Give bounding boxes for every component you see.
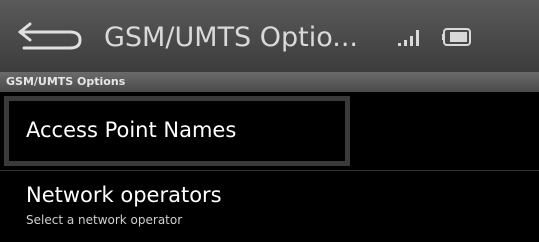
section-header: GSM/UMTS Options bbox=[0, 72, 539, 92]
back-arrow-icon[interactable] bbox=[16, 22, 84, 52]
network-operators-summary: Select a network operator bbox=[26, 213, 183, 227]
network-operators-item[interactable]: Network operators Select a network opera… bbox=[0, 171, 539, 242]
access-point-names-item[interactable]: Access Point Names bbox=[0, 92, 539, 170]
settings-screen: GSM/UMTS Optio... GSM/UMTS Options Acces… bbox=[0, 0, 539, 242]
access-point-names-label: Access Point Names bbox=[26, 118, 237, 142]
signal-icon bbox=[398, 30, 419, 46]
preferences-list: Access Point Names Network operators Sel… bbox=[0, 92, 539, 242]
title-bar: GSM/UMTS Optio... bbox=[0, 0, 539, 72]
network-operators-label: Network operators bbox=[26, 183, 222, 207]
page-title: GSM/UMTS Optio... bbox=[104, 22, 358, 53]
battery-icon bbox=[442, 28, 471, 46]
